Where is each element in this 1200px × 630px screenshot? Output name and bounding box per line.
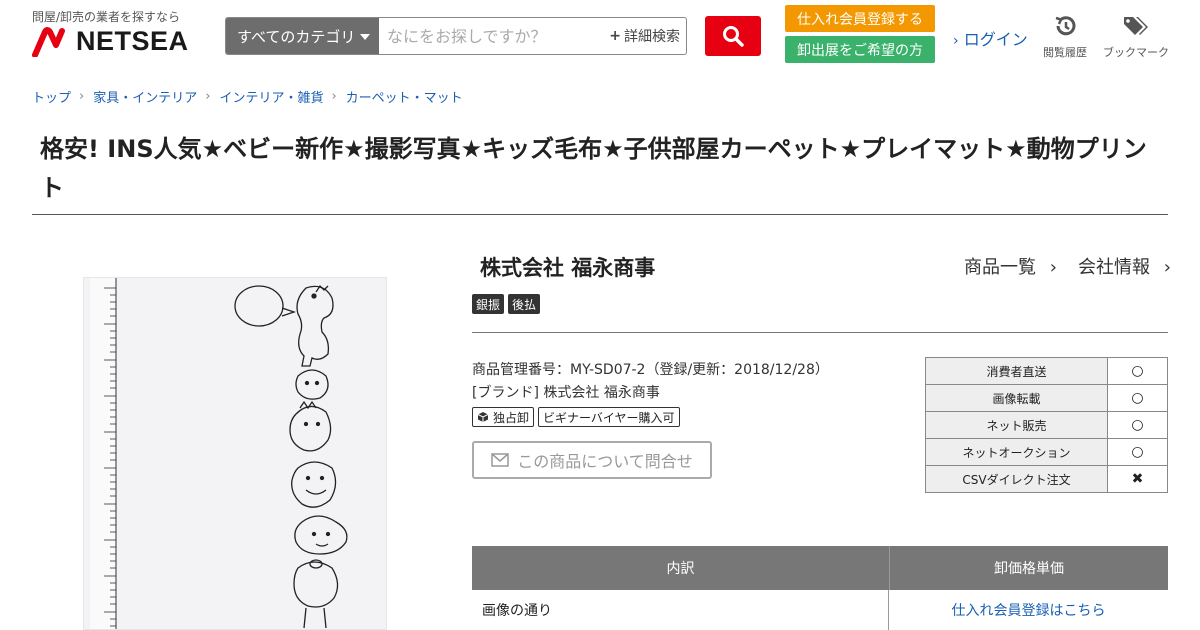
bookmark-button[interactable]: ブックマーク (1102, 14, 1170, 60)
chevron-down-icon (360, 34, 370, 40)
breadcrumb-interior[interactable]: インテリア・雑貨 (219, 87, 323, 106)
product-list-label: 商品一覧 (964, 257, 1036, 278)
product-brand: [ブランド] 株式会社 福永商事 (472, 385, 660, 401)
plus-icon: + (609, 28, 621, 44)
inquiry-button[interactable]: この商品について問合せ (472, 441, 712, 479)
search-button[interactable] (705, 16, 761, 56)
beginner-buyer-tag: ビギナーバイヤー購入可 (538, 407, 680, 427)
history-label: 閲覧履歴 (1043, 46, 1087, 59)
breadcrumb-top[interactable]: トップ (32, 87, 71, 106)
history-button[interactable]: 閲覧履歴 (1040, 14, 1090, 60)
product-list-link[interactable]: 商品一覧 › (964, 253, 1057, 279)
advanced-search-link[interactable]: + 詳細検索 (609, 18, 686, 54)
site-logo[interactable]: NETSEA (32, 26, 189, 57)
history-icon (1055, 16, 1076, 36)
permission-value: ○ (1107, 411, 1168, 439)
product-title: 格安! INS人気★ベビー新作★撮影写真★キッズ毛布★子供部屋カーペット★プレイ… (40, 135, 1147, 202)
table-row: ネットオークション ○ (925, 438, 1168, 466)
company-info-link[interactable]: 会社情報 › (1078, 253, 1171, 279)
table-row: 画像の通り 仕入れ会員登録はこちら (472, 590, 1168, 630)
company-info-label: 会社情報 (1078, 257, 1150, 278)
register-to-view-price-link[interactable]: 仕入れ会員登録はこちら (889, 590, 1168, 630)
tags-icon (1124, 17, 1148, 35)
company-divider (472, 332, 1168, 333)
search-bar: すべてのカテゴリ + 詳細検索 (225, 17, 687, 55)
permission-value: ○ (1107, 438, 1168, 466)
category-select[interactable]: すべてのカテゴリ (226, 18, 379, 54)
site-tagline: 問屋/卸売の業者を探すなら (32, 10, 181, 24)
chevron-right-icon: › (953, 33, 959, 49)
breadcrumb: トップ › 家具・インテリア › インテリア・雑貨 › カーペット・マット (32, 87, 463, 106)
title-divider (32, 214, 1168, 215)
column-header-wholesale-price: 卸価格単価 (994, 561, 1064, 577)
breadcrumb-carpet[interactable]: カーペット・マット (346, 87, 463, 106)
price-item-cell: 画像の通り (472, 590, 889, 630)
table-row: ネット販売 ○ (925, 411, 1168, 439)
permission-label: 画像転載 (925, 384, 1108, 412)
logo-text: NETSEA (76, 26, 189, 56)
exclusive-wholesale-tag: 独占卸 (472, 407, 535, 427)
payment-badge-deferred: 後払 (508, 294, 541, 314)
breadcrumb-furniture[interactable]: 家具・インテリア (93, 87, 197, 106)
permission-value: ✖ (1107, 465, 1168, 493)
table-row: 消費者直送 ○ (925, 357, 1168, 385)
product-illustration (90, 278, 348, 629)
bookmark-label: ブックマーク (1103, 46, 1169, 59)
exhibit-button[interactable]: 卸出展をご希望の方 (785, 36, 935, 63)
permission-label: CSVダイレクト注文 (925, 465, 1108, 493)
table-row: 画像転載 ○ (925, 384, 1168, 412)
envelope-icon (491, 453, 509, 467)
search-icon (723, 26, 744, 47)
chevron-right-icon: › (1163, 257, 1171, 278)
permission-label: ネット販売 (925, 411, 1108, 439)
permission-label: 消費者直送 (925, 357, 1108, 385)
search-input[interactable] (379, 18, 610, 54)
product-image[interactable] (83, 277, 387, 630)
login-link[interactable]: › ログイン (953, 26, 1028, 50)
category-select-label: すべてのカテゴリ (237, 27, 356, 46)
netsea-logo-mark-icon (32, 26, 65, 57)
product-management-number: 商品管理番号：MY-SD07-2（登録/更新：2018/12/28） (472, 362, 829, 378)
cube-icon (477, 412, 489, 422)
chevron-right-icon: › (331, 89, 337, 104)
advanced-search-label: 詳細検索 (624, 29, 680, 45)
price-table-header: 内訳 卸価格単価 (472, 546, 1168, 590)
permission-value: ○ (1107, 384, 1168, 412)
exclusive-wholesale-label: 独占卸 (493, 410, 530, 425)
payment-badge-bank: 銀振 (472, 294, 505, 314)
column-header-breakdown: 内訳 (472, 546, 890, 590)
permission-value: ○ (1107, 357, 1168, 385)
company-name[interactable]: 株式会社 福永商事 (480, 252, 655, 282)
chevron-right-icon: › (205, 89, 211, 104)
permission-label: ネットオークション (925, 438, 1108, 466)
inquiry-label: この商品について問合せ (517, 452, 693, 471)
table-row: CSVダイレクト注文 ✖ (925, 465, 1168, 493)
permissions-table: 消費者直送 ○ 画像転載 ○ ネット販売 ○ ネットオークション ○ CSVダイ… (925, 357, 1168, 493)
login-label: ログイン (963, 30, 1028, 49)
chevron-right-icon: › (1049, 257, 1057, 278)
register-button[interactable]: 仕入れ会員登録する (785, 5, 935, 32)
chevron-right-icon: › (79, 89, 85, 104)
